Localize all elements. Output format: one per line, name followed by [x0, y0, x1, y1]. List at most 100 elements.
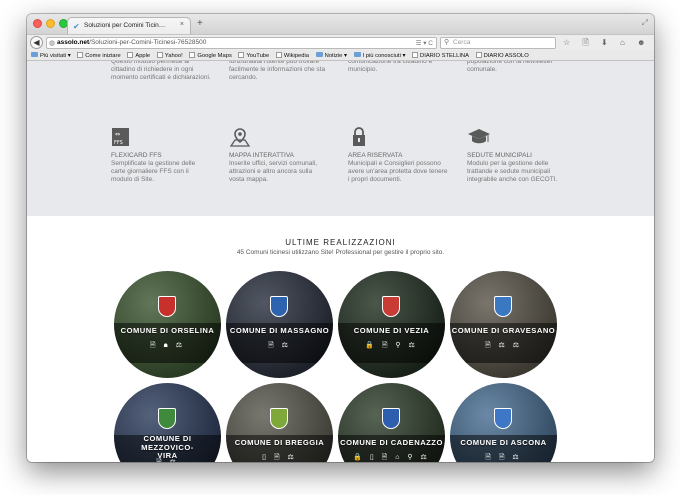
bookmark-google-maps[interactable]: Google Maps	[189, 52, 232, 59]
feature-title: AREA RISERVATA	[348, 152, 403, 159]
lock-icon	[353, 127, 365, 146]
browser-window: ✔ Soluzioni per Comini Ticin… × + ⤢ ◀ ◍ …	[27, 14, 654, 462]
minimize-window-button[interactable]	[46, 19, 55, 28]
module-icons: 🗎 ⚖	[268, 342, 291, 349]
tab-close-icon[interactable]: ×	[180, 21, 184, 28]
coat-of-arms-icon	[494, 408, 512, 429]
graduation-cap-icon	[468, 129, 490, 144]
feature-flexicard: FLEXICARD FFS Semplificate la gestione d…	[111, 152, 211, 184]
search-placeholder: Cerca	[453, 39, 471, 46]
page-icon	[156, 52, 163, 58]
municipality-card[interactable]: COMUNE DI BREGGIA ▯ 🗎 ⚖	[226, 383, 333, 462]
reload-icon[interactable]: ☰ ▾ C	[416, 39, 433, 47]
flexicard-icon: ⇔ FFS	[112, 128, 129, 146]
coat-of-arms-icon	[270, 408, 288, 429]
coat-of-arms-icon	[382, 408, 400, 429]
bookmark-yahoo[interactable]: Yahoo!	[156, 52, 183, 59]
feature-text: Questo modulo permette al cittadino di r…	[111, 61, 211, 81]
coat-of-arms-icon	[494, 296, 512, 317]
municipality-card[interactable]: COMUNE DI CADENAZZO 🔒 ▯ 🗎 ⌂ ⚲ ⚖	[338, 383, 445, 462]
feature-text: Semplificate la gestione delle carte gio…	[111, 160, 196, 183]
toolbar-icons[interactable]: ☆ 🗎 ⬇ ⌂ ☻ ≡	[563, 37, 654, 51]
feature-text: Inserite uffici, servizi comunali, attra…	[229, 160, 318, 183]
coat-of-arms-icon	[382, 296, 400, 317]
page-icon	[127, 52, 134, 58]
new-tab-button[interactable]: +	[197, 18, 203, 29]
module-icons: 🗎 ☗ ⚖	[149, 342, 186, 349]
module-icons: 🔒 ▯ 🗎 ⌂ ⚲ ⚖	[353, 454, 430, 461]
municipality-name: COMUNE DI ORSELINA	[120, 326, 215, 335]
municipality-name: COMUNE DI BREGGIA	[234, 438, 325, 447]
map-pin-icon	[229, 128, 251, 147]
municipality-card[interactable]: COMUNE DI GRAVESANO 🗎 ⚖ ⚖	[450, 271, 557, 378]
feature-title: SEDUTE MUNICIPALI	[467, 152, 532, 159]
bookmark-diario-assolo[interactable]: DIARIO ASSOLO	[475, 52, 529, 59]
municipality-card[interactable]: COMUNE DI MASSAGNO 🗎 ⚖	[226, 271, 333, 378]
municipality-name: COMUNE DI VEZIA	[353, 326, 430, 335]
folder-icon	[315, 52, 323, 57]
page-icon	[275, 52, 282, 58]
close-window-button[interactable]	[33, 19, 42, 28]
results-title: ULTIME REALIZZAZIONI	[285, 238, 396, 247]
page-icon	[77, 52, 84, 58]
bookmark-folder-most-visited[interactable]: Più visitati ▾	[31, 52, 71, 59]
feature-text: Modulo per la gestione delle trattande e…	[467, 160, 558, 183]
municipality-name: COMUNE DI CADENAZZO	[340, 438, 443, 447]
module-icons: 🗎 ⚖	[114, 458, 221, 462]
municipality-name: COMUNE DI MEZZOVICO-VIRA	[141, 434, 194, 460]
back-button[interactable]: ◀	[30, 36, 43, 49]
municipality-name: COMUNE DI ASCONA	[460, 438, 547, 447]
svg-text:FFS: FFS	[114, 140, 123, 146]
module-icons: 🗎 🗎 ⚖	[485, 454, 522, 461]
module-icons: 🗎 ⚖ ⚖	[484, 342, 523, 349]
browser-tab[interactable]: ✔ Soluzioni per Comini Ticin… ×	[67, 17, 191, 34]
search-icon: ⚲	[444, 39, 450, 46]
results-subtitle: 45 Comuni ticinesi utilizzano Site! Prof…	[236, 249, 445, 256]
globe-icon: ◍	[49, 40, 56, 47]
municipality-card[interactable]: COMUNE DI MEZZOVICO-VIRA🗎 ⚖	[114, 383, 221, 462]
feature-text: funzionalità l'utente può trovare facilm…	[229, 61, 326, 81]
folder-icon	[31, 52, 38, 57]
search-field[interactable]: ⚲ Cerca	[440, 37, 556, 49]
bookmark-come-iniziare[interactable]: Come iniziare	[77, 52, 121, 59]
feature-title: MAPPA INTERATTIVA	[229, 152, 295, 159]
coat-of-arms-icon	[158, 408, 176, 429]
municipality-card[interactable]: COMUNE DI VEZIA 🔒 🗎 ⚲ ⚖	[338, 271, 445, 378]
tab-title: Soluzioni per Comini Ticin…	[84, 22, 166, 29]
feature-text: comunicazione tra cittadino e municipio.	[348, 61, 433, 73]
svg-text:⇔: ⇔	[115, 131, 120, 138]
municipality-name: COMUNE DI GRAVESANO	[451, 326, 556, 335]
bookmark-apple[interactable]: Apple	[127, 52, 150, 59]
page-content: Questo modulo permette al cittadino di r…	[27, 61, 654, 462]
coat-of-arms-icon	[270, 296, 288, 317]
url-bar[interactable]: ◍ assolo.net/Soluzioni-per-Comini-Ticine…	[46, 37, 437, 49]
folder-icon	[353, 52, 361, 57]
bookmarks-bar: Più visitati ▾ Come iniziare Apple Yahoo…	[27, 50, 654, 61]
coat-of-arms-icon	[158, 296, 176, 317]
page-icon	[238, 52, 245, 58]
feature-municipal-sessions: SEDUTE MUNICIPALI Modulo per la gestione…	[467, 152, 567, 184]
feature-title: FLEXICARD FFS	[111, 152, 162, 159]
municipality-card[interactable]: COMUNE DI ORSELINA 🗎 ☗ ⚖	[114, 271, 221, 378]
bookmark-diario-stellina[interactable]: DIARIO STELLINA	[412, 52, 469, 59]
title-bar: ✔ Soluzioni per Comini Ticin… × + ⤢	[27, 14, 654, 34]
navigation-bar: ◀ ◍ assolo.net/Soluzioni-per-Comini-Tici…	[27, 34, 654, 50]
bookmark-folder-notizie[interactable]: Notizie ▾	[315, 52, 347, 59]
page-icon	[475, 52, 482, 58]
feature-text: popolazione con la newsletter comunale.	[467, 61, 553, 73]
bookmark-wikipedia[interactable]: Wikipedia	[275, 52, 309, 59]
site-favicon-icon: ✔	[73, 22, 80, 31]
page-icon	[412, 52, 419, 58]
module-icons: 🔒 🗎 ⚲ ⚖	[365, 342, 418, 349]
url-host: assolo.net	[57, 39, 90, 46]
feature-reserved-area: AREA RISERVATA Municipali e Consiglieri …	[348, 152, 448, 184]
features-section: Questo modulo permette al cittadino di r…	[27, 61, 654, 216]
feature-map: MAPPA INTERATTIVA Inserite uffici, servi…	[229, 152, 329, 184]
url-path: /Soluzioni-per-Comini-Ticinesi-76528500	[89, 39, 207, 46]
municipality-card[interactable]: COMUNE DI ASCONA 🗎 🗎 ⚖	[450, 383, 557, 462]
bookmark-folder-popular[interactable]: I più conosciuti ▾	[353, 52, 405, 59]
bookmark-youtube[interactable]: YouTube	[238, 52, 269, 59]
fullscreen-icon[interactable]: ⤢	[642, 18, 648, 28]
page-icon	[189, 52, 196, 58]
module-icons: ▯ 🗎 ⚖	[262, 454, 297, 461]
